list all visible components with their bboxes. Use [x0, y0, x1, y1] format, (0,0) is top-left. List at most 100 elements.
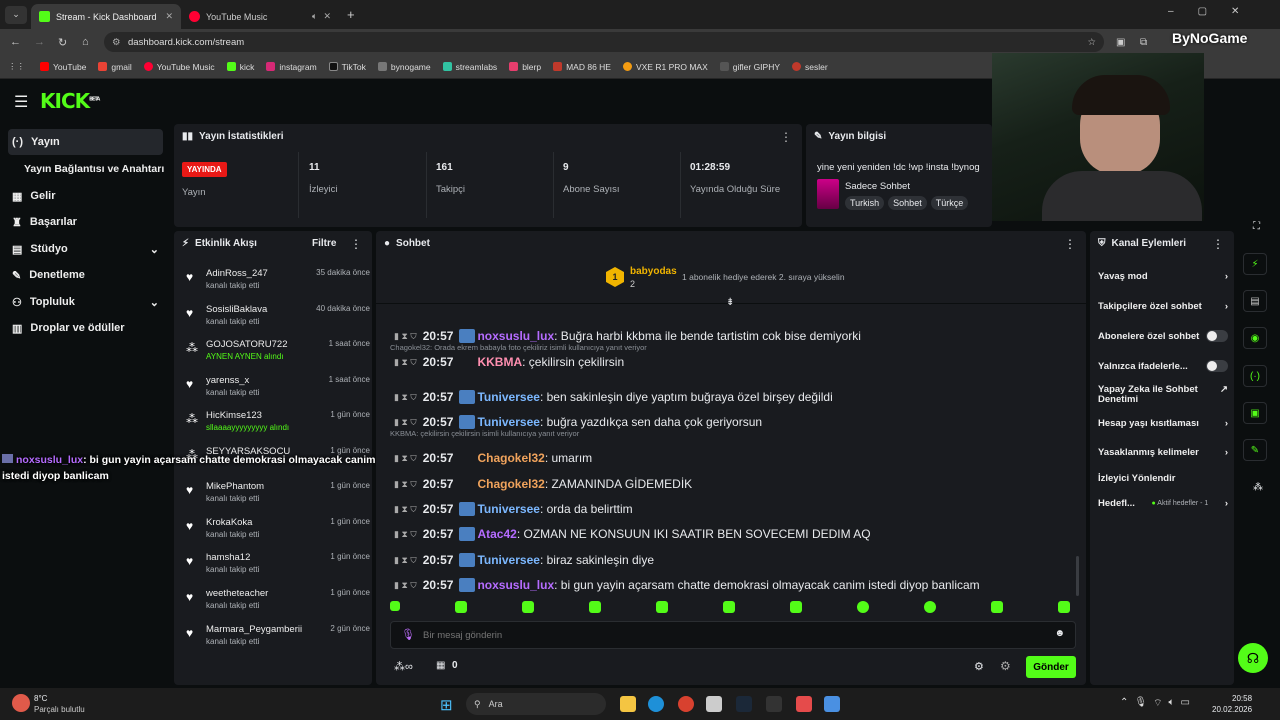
reload-icon[interactable]: ↻	[58, 36, 67, 49]
leaderboard-user[interactable]: babyodas	[630, 266, 677, 277]
filter-button[interactable]: Filtre	[312, 238, 336, 249]
rail-chat-button[interactable]: ◉	[1243, 327, 1267, 349]
action-emotes-only[interactable]: Yalnızca ifadelerle...	[1098, 360, 1228, 372]
bookmark-bynogame[interactable]: bynogame	[377, 62, 431, 72]
mod-actions-icon[interactable]: ▮ ⧗ ⛉	[394, 529, 417, 540]
rail-lightning-button[interactable]: ⚡︎	[1243, 253, 1267, 275]
activity-user[interactable]: hamsha12	[206, 552, 250, 563]
sidebar-item-studyo[interactable]: ▤ Stüdyo ⌄	[8, 236, 163, 262]
settings-gear-icon[interactable]: ⚙	[974, 660, 984, 673]
sidebar-item-yayin[interactable]: (·) Yayın	[8, 129, 163, 155]
home-icon[interactable]: ⌂	[82, 36, 89, 48]
sidebar-item-topluluk[interactable]: ⚇ Topluluk ⌄	[8, 289, 163, 315]
activity-user[interactable]: HicKimse123	[206, 410, 262, 421]
emote-icon[interactable]	[1058, 601, 1070, 613]
app-icon[interactable]	[824, 696, 840, 712]
action-raid[interactable]: İzleyici Yönlendir	[1098, 473, 1228, 484]
bookmark-vxe[interactable]: VXE R1 PRO MAX	[622, 62, 708, 72]
mod-actions-icon[interactable]: ▮ ⧗ ⛉	[394, 392, 417, 403]
close-tab-icon[interactable]: ✕	[165, 11, 173, 22]
rail-notes-button[interactable]: ▤	[1243, 290, 1267, 312]
emote-icon[interactable]	[390, 601, 400, 611]
bookmark-youtube-music[interactable]: YouTube Music	[143, 62, 215, 72]
activity-user[interactable]: GOJOSATORU722	[206, 339, 287, 350]
more-options-icon[interactable]: ⋮	[1064, 237, 1076, 251]
action-banned-words[interactable]: Yasaklanmış kelimeler ›	[1098, 447, 1228, 458]
help-chat-button[interactable]: ☊	[1238, 643, 1268, 673]
chat-input[interactable]	[423, 627, 1023, 643]
bookmark-instagram[interactable]: instagram	[266, 62, 317, 72]
mod-actions-icon[interactable]: ▮ ⧗ ⛉	[394, 580, 417, 591]
extension-icon[interactable]: ▣	[1116, 37, 1125, 48]
rail-broadcast-button[interactable]: (·)	[1243, 365, 1267, 387]
sidebar-item-basarilar[interactable]: ♜ Başarılar	[8, 209, 163, 235]
app-icon[interactable]	[796, 696, 812, 712]
edge-icon[interactable]	[648, 696, 664, 712]
action-slow-mode[interactable]: Yavaş mod ›	[1098, 271, 1228, 282]
bookmark-gmail[interactable]: gmail	[98, 62, 132, 72]
puzzle-icon[interactable]: ⧉	[1140, 37, 1147, 48]
message-username[interactable]: Tuniversee	[477, 415, 539, 429]
bookmark-youtube[interactable]: YouTube	[40, 62, 86, 72]
url-field[interactable]: ⚙ dashboard.kick.com/stream ☆	[104, 32, 1104, 52]
bookmark-giphy[interactable]: gifler GIPHY	[719, 62, 780, 72]
activity-user[interactable]: KrokaKoka	[206, 517, 252, 528]
action-followers-only[interactable]: Takipçilere özel sohbet ›	[1098, 301, 1228, 312]
activity-user[interactable]: weetheteacher	[206, 588, 268, 599]
sidebar-item-denetleme[interactable]: ✎ Denetleme	[8, 262, 163, 288]
tab-youtube-music[interactable]: YouTube Music 🔈︎ ✕	[181, 4, 339, 29]
store-icon[interactable]	[706, 696, 722, 712]
chat-input-box[interactable]: 🎙︎ ☻	[390, 621, 1076, 649]
message-username[interactable]: Tuniversee	[477, 553, 539, 567]
bookmark-star-icon[interactable]: ☆	[1087, 37, 1096, 48]
emote-icon[interactable]	[924, 601, 936, 613]
site-info-icon[interactable]: ⚙	[112, 37, 121, 48]
activity-user[interactable]: Marmara_Peygamberii	[206, 624, 302, 635]
sidebar-item-gelir[interactable]: ▦ Gelir	[8, 183, 163, 209]
maximize-icon[interactable]: ▢	[1198, 6, 1207, 17]
mod-tools-icon[interactable]: ⚙	[1000, 659, 1011, 673]
weather-icon[interactable]	[12, 694, 30, 712]
tab-search-icon[interactable]: ⌄	[5, 5, 27, 24]
action-ai-moderation[interactable]: Yapay Zeka ile Sohbet Denetimi ↗	[1098, 385, 1228, 405]
mod-actions-icon[interactable]: ▮ ⧗ ⛉	[394, 417, 417, 428]
mod-actions-icon[interactable]: ▮ ⧗ ⛉	[394, 504, 417, 515]
menu-icon[interactable]: ☰	[14, 92, 28, 112]
emote-icon[interactable]	[790, 601, 802, 613]
minimize-icon[interactable]: –	[1168, 6, 1174, 17]
apps-grid-icon[interactable]: ⋮⋮	[8, 61, 25, 72]
file-explorer-icon[interactable]	[620, 696, 636, 712]
bookmark-tiktok[interactable]: TikTok	[328, 62, 366, 72]
emoji-icon[interactable]: ☻	[1054, 628, 1065, 639]
activity-user[interactable]: SosisliBaklava	[206, 304, 267, 315]
mod-actions-icon[interactable]: ▮ ⧗ ⛉	[394, 453, 417, 464]
new-tab-icon[interactable]: +	[347, 7, 355, 22]
emotes-only-toggle[interactable]	[1206, 360, 1228, 372]
message-username[interactable]: Atac42	[477, 527, 516, 541]
activity-user[interactable]: yarenss_x	[206, 375, 249, 386]
scroll-down-icon[interactable]: ⇟	[726, 297, 734, 308]
emote-icon[interactable]	[656, 601, 668, 613]
kick-logo[interactable]: KICKBETA	[40, 89, 100, 113]
message-username[interactable]: noxsuslu_lux	[477, 578, 554, 592]
mod-actions-icon[interactable]: ▮ ⧗ ⛉	[394, 331, 417, 342]
sidebar-item-droplar[interactable]: ▥ Droplar ve ödüller	[8, 315, 163, 341]
epic-games-icon[interactable]	[766, 696, 782, 712]
emote-icon[interactable]	[455, 601, 467, 613]
fullscreen-icon[interactable]: ⛶	[1253, 221, 1260, 232]
more-options-icon[interactable]: ⋮	[350, 237, 362, 251]
message-username[interactable]: Tuniversee	[477, 502, 539, 516]
message-username[interactable]: Tuniversee	[477, 390, 539, 404]
action-account-age[interactable]: Hesap yaşı kısıtlaması ›	[1098, 418, 1228, 429]
action-subscribers-only[interactable]: Abonelere özel sohbet	[1098, 330, 1228, 342]
emote-icon[interactable]	[991, 601, 1003, 613]
emote-icon[interactable]	[522, 601, 534, 613]
more-options-icon[interactable]: ⋮	[1212, 237, 1224, 251]
more-options-icon[interactable]: ⋮	[780, 130, 792, 144]
points-icon[interactable]: ⁂∞	[394, 660, 413, 673]
emote-icon[interactable]	[589, 601, 601, 613]
chat-scrollbar[interactable]	[1076, 556, 1079, 596]
close-tab-icon[interactable]: ✕	[323, 11, 331, 22]
bookmark-sesler[interactable]: sesler	[792, 62, 828, 72]
microphone-icon[interactable]: 🎙︎	[401, 628, 415, 641]
